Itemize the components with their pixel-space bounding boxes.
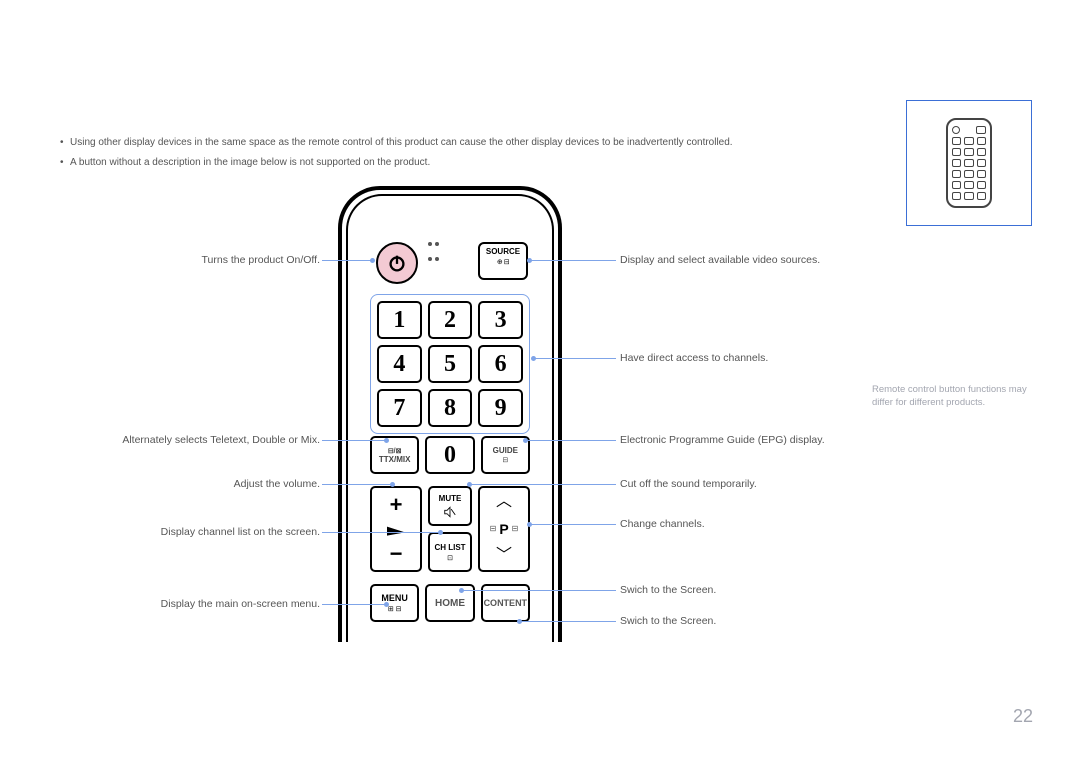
ttx-row: ⊟/⊠ TTX/MIX 0 GUIDE ⊟ [370, 436, 530, 474]
num-6: 6 [478, 345, 523, 383]
program-rocker: ︿ ⊟ P ⊟ ﹀ [478, 486, 530, 572]
callout-menu: Display the main on-screen menu. [60, 598, 320, 610]
mute-label: MUTE [439, 494, 462, 503]
mute-button: MUTE [428, 486, 472, 526]
lead-line [322, 484, 392, 485]
lead-line [520, 621, 616, 622]
lead-line [530, 524, 616, 525]
lead-line [322, 440, 386, 441]
lead-line [470, 484, 616, 485]
num-0: 0 [425, 436, 474, 474]
prog-label: P [499, 521, 508, 537]
mute-icon [443, 505, 457, 519]
callout-ttx: Alternately selects Teletext, Double or … [60, 434, 320, 446]
callout-chlist: Display channel list on the screen. [60, 526, 320, 538]
num-7: 7 [377, 389, 422, 427]
page-number: 22 [1013, 706, 1033, 727]
lead-line [526, 440, 616, 441]
vol-triangle-icon [387, 523, 405, 535]
chev-down-icon: ﹀ [496, 548, 512, 564]
thumbnail-box [906, 100, 1032, 226]
lead-line [530, 260, 616, 261]
volume-rocker: + − [370, 486, 422, 572]
disclaimer-text: Remote control button functions may diff… [872, 383, 1032, 410]
lead-line [322, 260, 372, 261]
lead-line [534, 358, 616, 359]
lead-line [322, 532, 440, 533]
source-sub-icon: ⊕ ⊟ [480, 258, 526, 266]
content-label: CONTENT [484, 598, 528, 608]
callout-content: Swich to the Screen. [620, 615, 920, 627]
note-item: Using other display devices in the same … [60, 136, 840, 150]
callout-source: Display and select available video sourc… [620, 254, 920, 266]
chlist-icon: ⊡ [447, 554, 453, 562]
power-icon [386, 252, 408, 274]
callout-numpad: Have direct access to channels. [620, 352, 920, 364]
ttx-icon: ⊟/⊠ [388, 447, 402, 455]
note-list: Using other display devices in the same … [60, 136, 840, 176]
num-9: 9 [478, 389, 523, 427]
ttx-button: ⊟/⊠ TTX/MIX [370, 436, 419, 474]
source-label: SOURCE [480, 247, 526, 256]
num-4: 4 [377, 345, 422, 383]
prog-right-icon: ⊟ [512, 524, 519, 533]
vol-up-icon: + [390, 492, 403, 518]
num-1: 1 [377, 301, 422, 339]
guide-label: GUIDE [493, 446, 518, 455]
prog-left-icon: ⊟ [490, 524, 497, 533]
vol-down-icon: − [390, 541, 403, 567]
callout-prog: Change channels. [620, 518, 920, 530]
vol-mute-prog-row: + − MUTE CH LIST ⊡ ︿ ⊟ P ⊟ [370, 486, 530, 572]
home-label: HOME [435, 598, 465, 609]
num-5: 5 [428, 345, 473, 383]
num-3: 3 [478, 301, 523, 339]
lead-line [322, 604, 386, 605]
chlist-button: CH LIST ⊡ [428, 532, 472, 572]
menu-sub-icon: ⊞ ⊟ [388, 605, 402, 613]
chev-up-icon: ︿ [496, 494, 512, 510]
callout-home: Swich to the Screen. [620, 584, 920, 596]
number-pad: 1 2 3 4 5 6 7 8 9 [370, 294, 530, 434]
num-2: 2 [428, 301, 473, 339]
remote-diagram: SOURCE ⊕ ⊟ 1 2 3 4 5 6 7 8 9 ⊟/⊠ TTX/MIX… [338, 186, 562, 642]
callout-power: Turns the product On/Off. [60, 254, 320, 266]
callout-mute: Cut off the sound temporarily. [620, 478, 920, 490]
lead-line [462, 590, 616, 591]
callout-vol: Adjust the volume. [60, 478, 320, 490]
num-8: 8 [428, 389, 473, 427]
callout-guide: Electronic Programme Guide (EPG) display… [620, 434, 920, 446]
guide-icon: ⊟ [502, 456, 508, 464]
ttx-label: TTX/MIX [379, 455, 411, 464]
ir-dots-icon [428, 238, 442, 264]
power-button [376, 242, 418, 284]
source-button: SOURCE ⊕ ⊟ [478, 242, 528, 280]
menu-button: MENU ⊞ ⊟ [370, 584, 419, 622]
mini-remote-icon [946, 118, 992, 208]
note-item: A button without a description in the im… [60, 156, 840, 170]
chlist-label: CH LIST [434, 543, 465, 552]
